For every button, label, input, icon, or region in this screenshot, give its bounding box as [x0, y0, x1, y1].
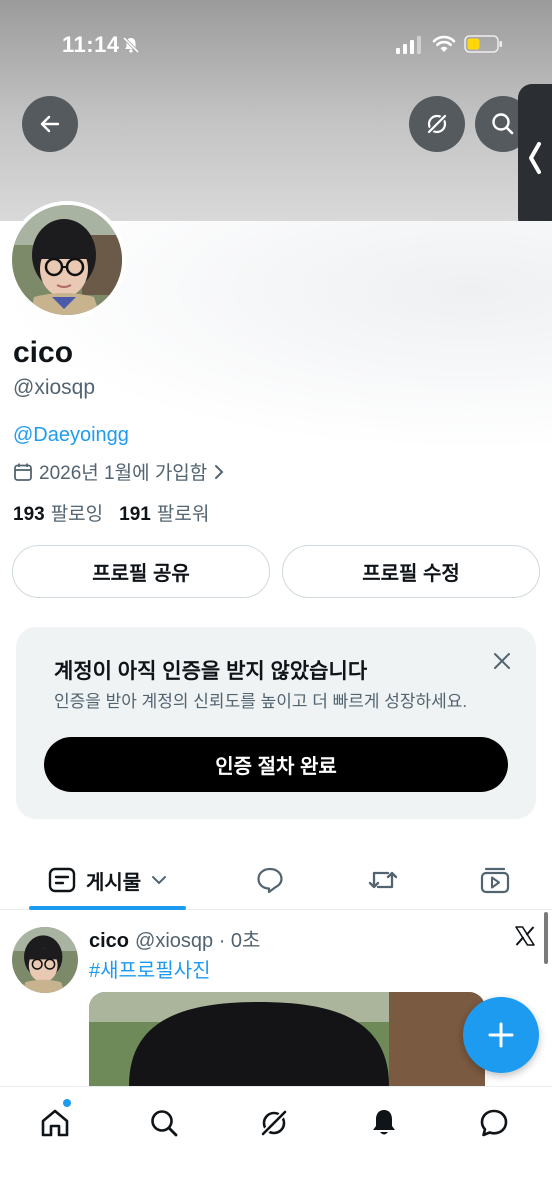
status-time: 11:14 — [62, 32, 120, 57]
profile-tabs: 게시물 — [0, 852, 552, 910]
posts-icon — [48, 867, 76, 893]
follow-stats: 193 팔로잉 191 팔로워 — [13, 499, 209, 526]
profile-name: cico — [13, 336, 74, 369]
compose-button[interactable] — [463, 997, 539, 1073]
post-hashtag[interactable]: #새프로필사진 — [89, 954, 211, 983]
grok-button[interactable] — [409, 96, 465, 152]
search-icon — [492, 113, 514, 135]
speech-bubble-icon — [257, 867, 283, 894]
tab-posts-label: 게시물 — [86, 871, 142, 894]
scrollbar[interactable] — [544, 912, 548, 964]
followers-stat[interactable]: 191 팔로워 — [119, 499, 209, 526]
post-author-name[interactable]: cico — [89, 930, 129, 953]
tab-replies[interactable] — [255, 852, 285, 908]
search-icon — [151, 1110, 178, 1137]
battery-icon — [464, 35, 502, 53]
followers-count: 191 — [119, 504, 151, 525]
following-stat[interactable]: 193 팔로잉 — [13, 499, 103, 526]
chevron-down-icon — [152, 876, 167, 885]
home-notification-dot — [63, 1099, 71, 1107]
bottom-navigation — [0, 1086, 552, 1200]
video-icon — [480, 867, 510, 894]
grok-icon — [426, 113, 448, 135]
joined-text: 2026년 1월에 가입함 — [39, 463, 208, 484]
bell-icon — [373, 1110, 395, 1135]
profile-handle: @xiosqp — [13, 376, 96, 399]
close-icon[interactable] — [492, 651, 512, 671]
verification-subtitle: 인증을 받아 계정의 신뢰도를 높이고 더 빠르게 성장하세요. — [54, 692, 468, 711]
silent-bell-icon — [122, 36, 140, 54]
share-profile-button[interactable]: 프로필 공유 — [12, 545, 270, 598]
avatar[interactable] — [12, 205, 122, 315]
nav-messages[interactable] — [476, 1105, 512, 1141]
chevron-left-icon — [529, 142, 541, 174]
followers-label: 팔로워 — [156, 504, 210, 525]
arrow-left-icon — [40, 115, 60, 133]
post-header: cico @xiosqp · 0초 — [89, 924, 260, 953]
chevron-right-icon — [215, 464, 224, 479]
post-avatar[interactable] — [12, 927, 78, 993]
status-bar: 11:14 — [0, 30, 552, 60]
home-icon — [41, 1109, 69, 1137]
nav-notifications[interactable] — [366, 1105, 402, 1141]
chat-bubble-icon — [480, 1109, 508, 1137]
nav-grok[interactable] — [256, 1105, 292, 1141]
tab-media[interactable] — [479, 852, 511, 908]
repost-icon — [368, 871, 398, 889]
complete-verification-button[interactable]: 인증 절차 완료 — [44, 737, 508, 792]
active-tab-indicator — [29, 906, 186, 910]
calendar-icon — [14, 463, 32, 481]
signal-icon — [396, 36, 421, 54]
wifi-icon — [432, 35, 456, 52]
bio-mention-link[interactable]: @Daeyoingg — [13, 424, 129, 447]
post-meta: @xiosqp · 0초 — [135, 930, 261, 952]
following-count: 193 — [13, 504, 45, 525]
tab-reposts[interactable] — [366, 852, 400, 908]
verification-title: 계정이 아직 인증을 받지 않았습니다 — [54, 660, 368, 683]
joined-date[interactable]: 2026년 1월에 가입함 — [13, 458, 225, 485]
tab-posts[interactable]: 게시물 — [48, 852, 167, 908]
x-logo-icon — [515, 926, 535, 946]
following-label: 팔로잉 — [50, 504, 104, 525]
nav-home[interactable] — [37, 1105, 73, 1141]
back-button[interactable] — [22, 96, 78, 152]
edit-profile-button[interactable]: 프로필 수정 — [282, 545, 540, 598]
nav-search[interactable] — [146, 1105, 182, 1141]
grok-icon — [259, 1108, 289, 1138]
side-panel-handle[interactable] — [518, 84, 552, 232]
plus-icon — [488, 1022, 514, 1048]
verification-card: 계정이 아직 인증을 받지 않았습니다 인증을 받아 계정의 신뢰도를 높이고 … — [16, 627, 536, 819]
post-image[interactable] — [89, 992, 485, 1086]
